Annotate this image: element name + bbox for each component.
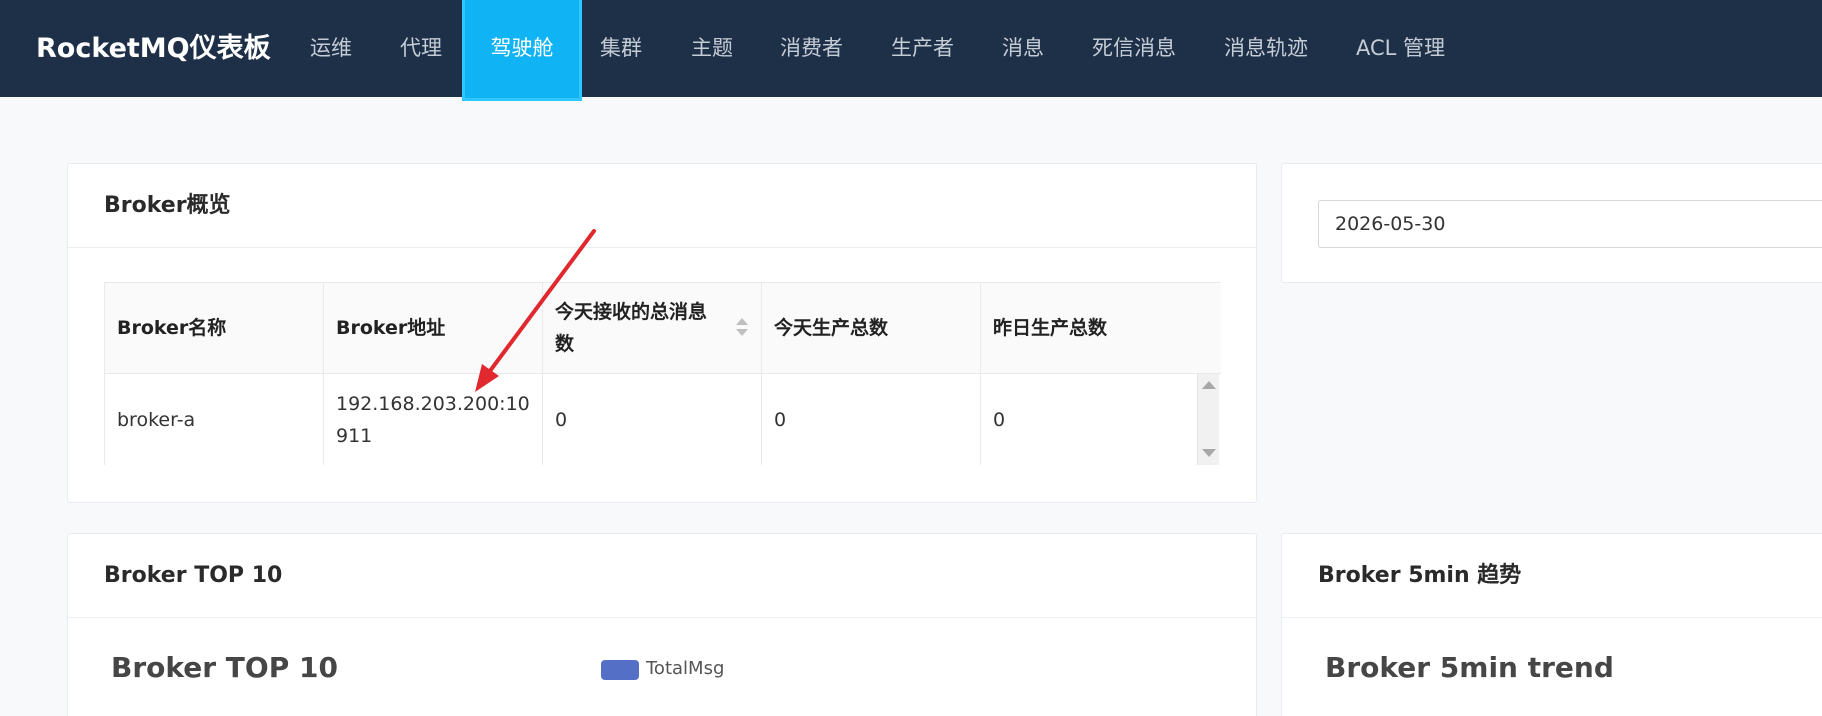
annotation-arrow-icon <box>475 229 596 392</box>
